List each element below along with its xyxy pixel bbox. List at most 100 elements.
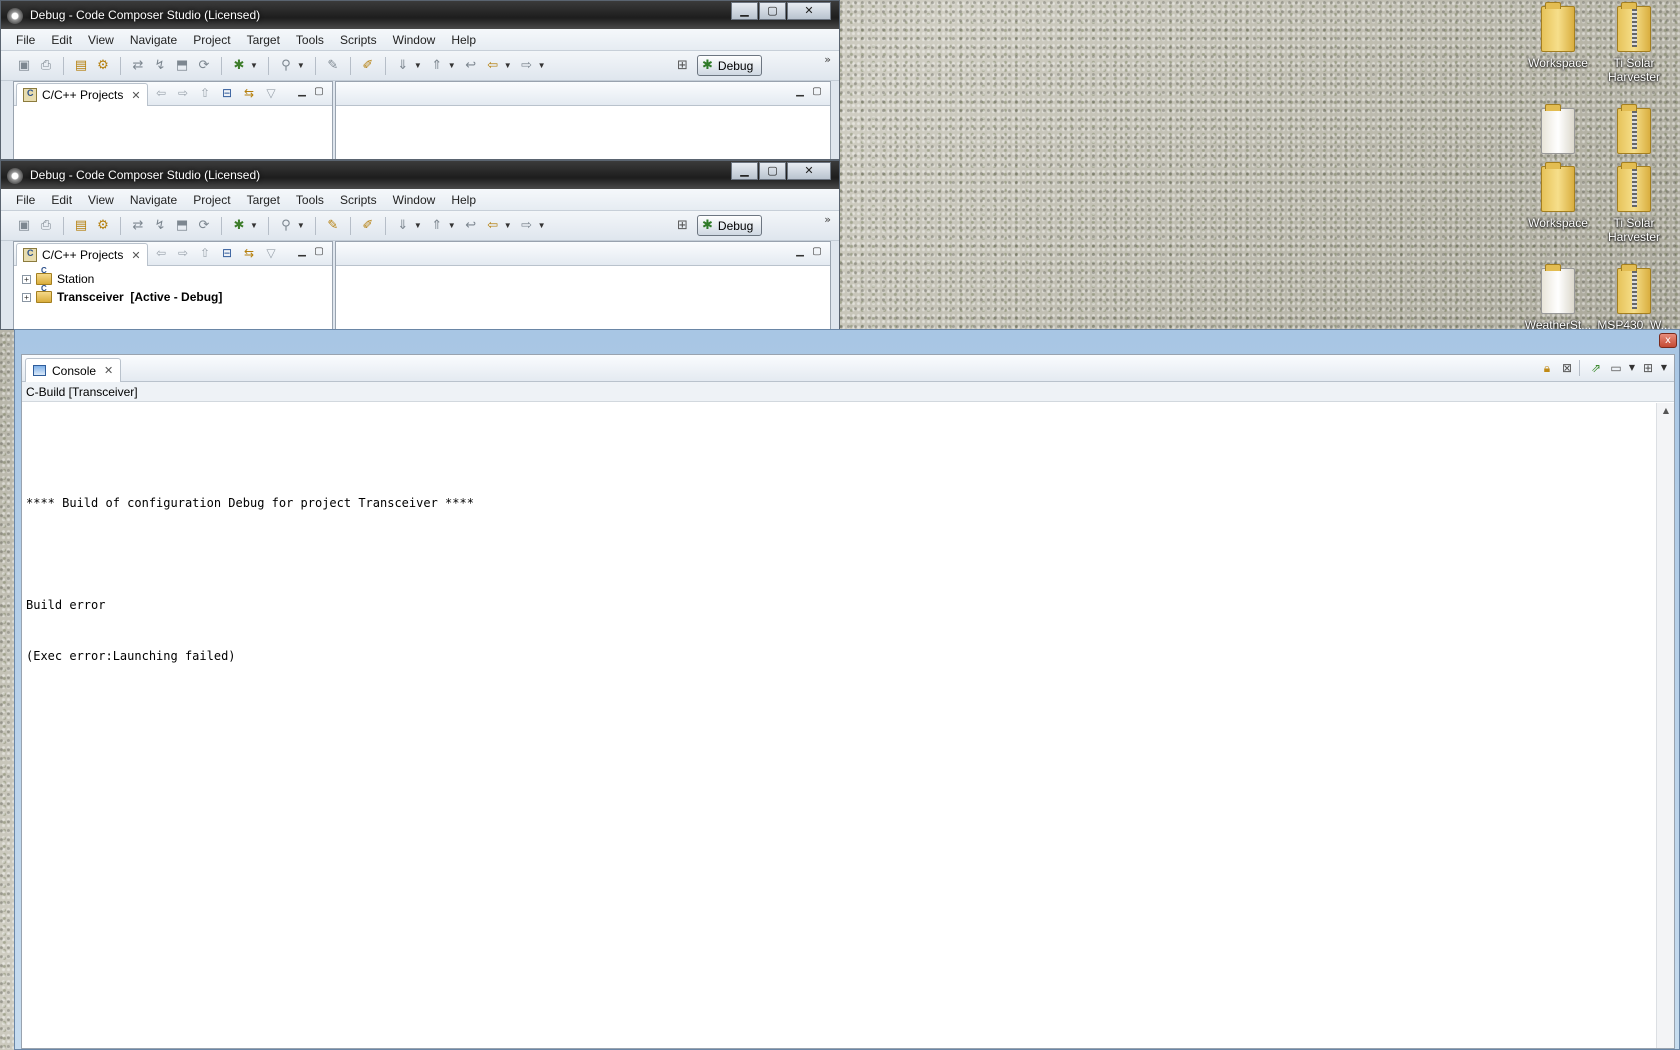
next-annotation-icon[interactable]: ⇓: [395, 218, 411, 234]
scroll-up-icon[interactable]: ▲: [1657, 403, 1675, 419]
desktop-icon-document[interactable]: [1521, 104, 1595, 158]
tree-item-station[interactable]: + Station: [22, 266, 332, 288]
step-icon[interactable]: ↯: [152, 218, 168, 234]
open-console-icon[interactable]: ⊞: [1640, 360, 1656, 376]
build-icon[interactable]: ⚙: [95, 218, 111, 234]
menu-view[interactable]: View: [80, 193, 122, 207]
tab-console[interactable]: Console ✕: [25, 358, 122, 382]
menu-edit[interactable]: Edit: [43, 33, 80, 47]
chevron-down-icon[interactable]: ▼: [250, 221, 258, 230]
chevron-down-icon[interactable]: ▼: [538, 61, 546, 70]
menu-target[interactable]: Target: [239, 33, 288, 47]
pin-icon[interactable]: ✐: [360, 58, 376, 74]
menu-tools[interactable]: Tools: [288, 193, 332, 207]
save-icon[interactable]: ▣: [16, 218, 32, 234]
minimize-icon[interactable]: ▁: [793, 245, 807, 259]
menu-edit[interactable]: Edit: [43, 193, 80, 207]
load-icon[interactable]: ⬒: [174, 218, 190, 234]
chevron-down-icon[interactable]: ▼: [297, 221, 305, 230]
step-icon[interactable]: ↯: [152, 58, 168, 74]
prev-annotation-icon[interactable]: ⇑: [429, 218, 445, 234]
prev-annotation-icon[interactable]: ⇑: [429, 58, 445, 74]
tab-cpp-projects[interactable]: C/C++ Projects ✕: [16, 243, 148, 266]
window-titlebar[interactable]: Debug - Code Composer Studio (Licensed) …: [1, 1, 839, 29]
debug-icon[interactable]: ✱: [231, 218, 247, 234]
minimize-icon[interactable]: ▁: [295, 245, 309, 259]
menu-help[interactable]: Help: [443, 33, 484, 47]
view-menu-icon[interactable]: ▽: [263, 245, 279, 261]
expand-icon[interactable]: +: [22, 292, 31, 302]
view-menu-icon[interactable]: ▽: [263, 85, 279, 101]
toggle-comment-icon[interactable]: ✎: [325, 58, 341, 74]
desktop-icon-weatherstation[interactable]: WeatherSt...: [1521, 264, 1595, 332]
minimize-icon[interactable]: ▁: [295, 85, 309, 99]
pin-icon[interactable]: ✐: [360, 218, 376, 234]
load-icon[interactable]: ⬒: [174, 58, 190, 74]
link-editor-icon[interactable]: ⇆: [241, 85, 257, 101]
chevron-down-icon[interactable]: ▼: [504, 221, 512, 230]
up-icon[interactable]: ⇧: [197, 85, 213, 101]
menu-navigate[interactable]: Navigate: [122, 193, 185, 207]
forward-arrow-icon[interactable]: ⇨: [519, 218, 535, 234]
chevron-down-icon[interactable]: ▼: [250, 61, 258, 70]
more-perspectives-icon[interactable]: »: [824, 53, 831, 66]
maximize-icon[interactable]: ▢: [810, 85, 824, 99]
up-icon[interactable]: ⇧: [197, 245, 213, 261]
desktop-icon-ti-solar-harvester[interactable]: Ti Solar Harvester: [1597, 162, 1671, 244]
scroll-lock-icon[interactable]: 🔒︎: [1539, 360, 1555, 376]
menu-help[interactable]: Help: [443, 193, 484, 207]
forward-icon[interactable]: ⇨: [175, 245, 191, 261]
build-icon[interactable]: ⚙: [95, 58, 111, 74]
chevron-down-icon[interactable]: ▼: [414, 61, 422, 70]
search-icon[interactable]: ⚲: [278, 218, 294, 234]
collapse-all-icon[interactable]: ⊟: [219, 245, 235, 261]
menu-target[interactable]: Target: [239, 193, 288, 207]
desktop-icon-ti-solar-harvester[interactable]: Ti Solar Harvester: [1597, 2, 1671, 84]
pin-console-icon[interactable]: ⇗: [1588, 360, 1604, 376]
close-icon[interactable]: ✕: [131, 89, 140, 102]
forward-icon[interactable]: ⇨: [175, 85, 191, 101]
menu-navigate[interactable]: Navigate: [122, 33, 185, 47]
menu-window[interactable]: Window: [385, 193, 444, 207]
last-edit-icon[interactable]: ↩: [463, 58, 479, 74]
chevron-down-icon[interactable]: ▼: [414, 221, 422, 230]
clear-console-icon[interactable]: ⊠: [1559, 360, 1575, 376]
back-arrow-icon[interactable]: ⇦: [485, 218, 501, 234]
chevron-down-icon[interactable]: ▼: [538, 221, 546, 230]
toggle-comment-icon[interactable]: ✎: [325, 218, 341, 234]
close-button[interactable]: ✕: [787, 162, 831, 180]
desktop-icon-msp430[interactable]: MSP430_W...: [1597, 264, 1671, 332]
menu-window[interactable]: Window: [385, 33, 444, 47]
reload-icon[interactable]: ⟳: [196, 218, 212, 234]
menu-scripts[interactable]: Scripts: [332, 193, 385, 207]
maximize-icon[interactable]: ▢: [312, 85, 326, 99]
chevron-down-icon[interactable]: ▼: [504, 61, 512, 70]
menu-project[interactable]: Project: [185, 33, 238, 47]
new-project-icon[interactable]: ▤: [73, 218, 89, 234]
tab-cpp-projects[interactable]: C/C++ Projects ✕: [16, 83, 148, 106]
forward-arrow-icon[interactable]: ⇨: [519, 58, 535, 74]
display-console-icon[interactable]: ▭: [1608, 360, 1624, 376]
more-perspectives-icon[interactable]: »: [824, 213, 831, 226]
menu-view[interactable]: View: [80, 33, 122, 47]
menu-scripts[interactable]: Scripts: [332, 33, 385, 47]
menu-tools[interactable]: Tools: [288, 33, 332, 47]
desktop-icon-zip[interactable]: [1597, 104, 1671, 158]
print-icon[interactable]: ⎙: [38, 58, 54, 74]
link-editor-icon[interactable]: ⇆: [241, 245, 257, 261]
connect-icon[interactable]: ⇄: [130, 58, 146, 74]
menu-file[interactable]: File: [8, 193, 43, 207]
chevron-down-icon[interactable]: ▼: [1660, 360, 1668, 376]
maximize-icon[interactable]: ▢: [810, 245, 824, 259]
desktop-icon-workspace[interactable]: Workspace: [1521, 162, 1595, 230]
close-button[interactable]: x: [1659, 333, 1677, 348]
minimize-button[interactable]: ▁: [731, 2, 758, 20]
maximize-icon[interactable]: ▢: [312, 245, 326, 259]
menu-file[interactable]: File: [8, 33, 43, 47]
desktop-icon-workspace[interactable]: Workspace: [1521, 2, 1595, 70]
print-icon[interactable]: ⎙: [38, 218, 54, 234]
open-perspective-icon[interactable]: ⊞: [677, 58, 693, 74]
debug-perspective-button[interactable]: ✱ Debug: [697, 55, 763, 76]
chevron-down-icon[interactable]: ▼: [448, 61, 456, 70]
window-titlebar[interactable]: Debug - Code Composer Studio (Licensed) …: [1, 161, 839, 189]
